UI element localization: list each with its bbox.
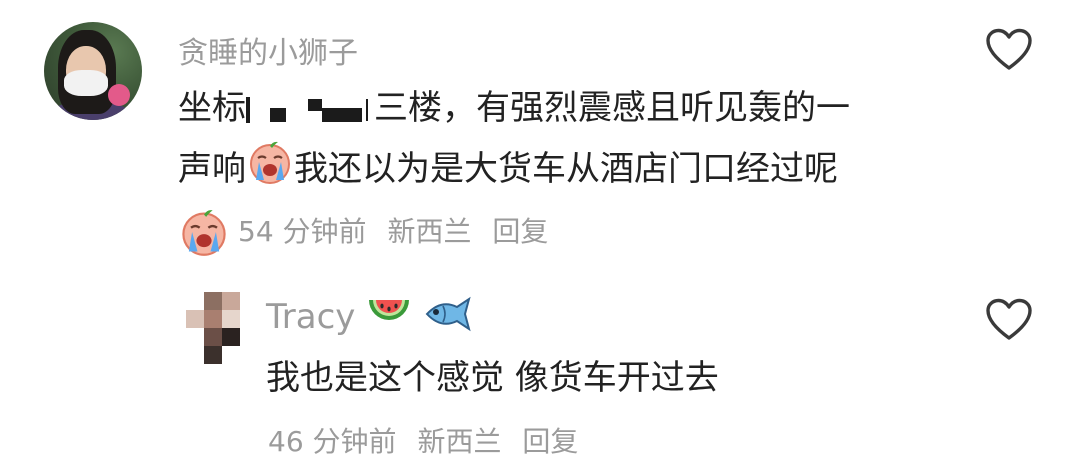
reply-location: 新西兰 xyxy=(417,425,502,458)
watermelon-icon xyxy=(366,294,412,343)
fish-icon xyxy=(423,295,473,342)
comment-text-suffix: 我还以为是大货车从酒店门口经过呢 xyxy=(294,149,838,189)
redacted-block xyxy=(366,98,368,121)
avatar[interactable] xyxy=(186,292,240,364)
avatar[interactable] xyxy=(44,22,142,120)
reply-text: 我也是这个感觉 像货车开过去 xyxy=(266,358,719,398)
redacted-block xyxy=(322,107,362,122)
reply-username-text: Tracy xyxy=(266,297,356,337)
redacted-block xyxy=(270,107,286,122)
comment-text-suffix: 三楼，有强烈震感且听见轰的一 xyxy=(374,88,850,128)
comment-location: 新西兰 xyxy=(387,215,472,248)
comment-username[interactable]: 贪睡的小狮子 xyxy=(178,28,358,72)
comment-text-line-2: 声响 我还以为是大货车从酒店门口经过呢 xyxy=(178,138,838,203)
like-heart-icon[interactable] xyxy=(985,28,1033,76)
comment-text-prefix: 坐标 xyxy=(178,88,246,128)
reaction-crying-icon xyxy=(178,206,230,262)
comment-time: 54 分钟前 xyxy=(238,215,367,248)
comment-text-line-1: 坐标 三楼，有强烈震感且听见轰的一 xyxy=(178,80,850,136)
reply-time: 46 分钟前 xyxy=(268,425,397,458)
comment-meta: 54 分钟前 新西兰 回复 xyxy=(238,210,560,250)
like-heart-icon[interactable] xyxy=(985,298,1033,346)
redacted-block xyxy=(308,98,322,111)
reply-meta: 46 分钟前 新西兰 回复 xyxy=(268,420,590,460)
redacted-block xyxy=(246,96,250,123)
reply-username[interactable]: Tracy xyxy=(266,294,473,343)
reply-button[interactable]: 回复 xyxy=(492,215,548,248)
crying-face-icon xyxy=(246,138,294,203)
reply-button[interactable]: 回复 xyxy=(522,425,578,458)
comment-text-prefix: 声响 xyxy=(178,149,246,189)
